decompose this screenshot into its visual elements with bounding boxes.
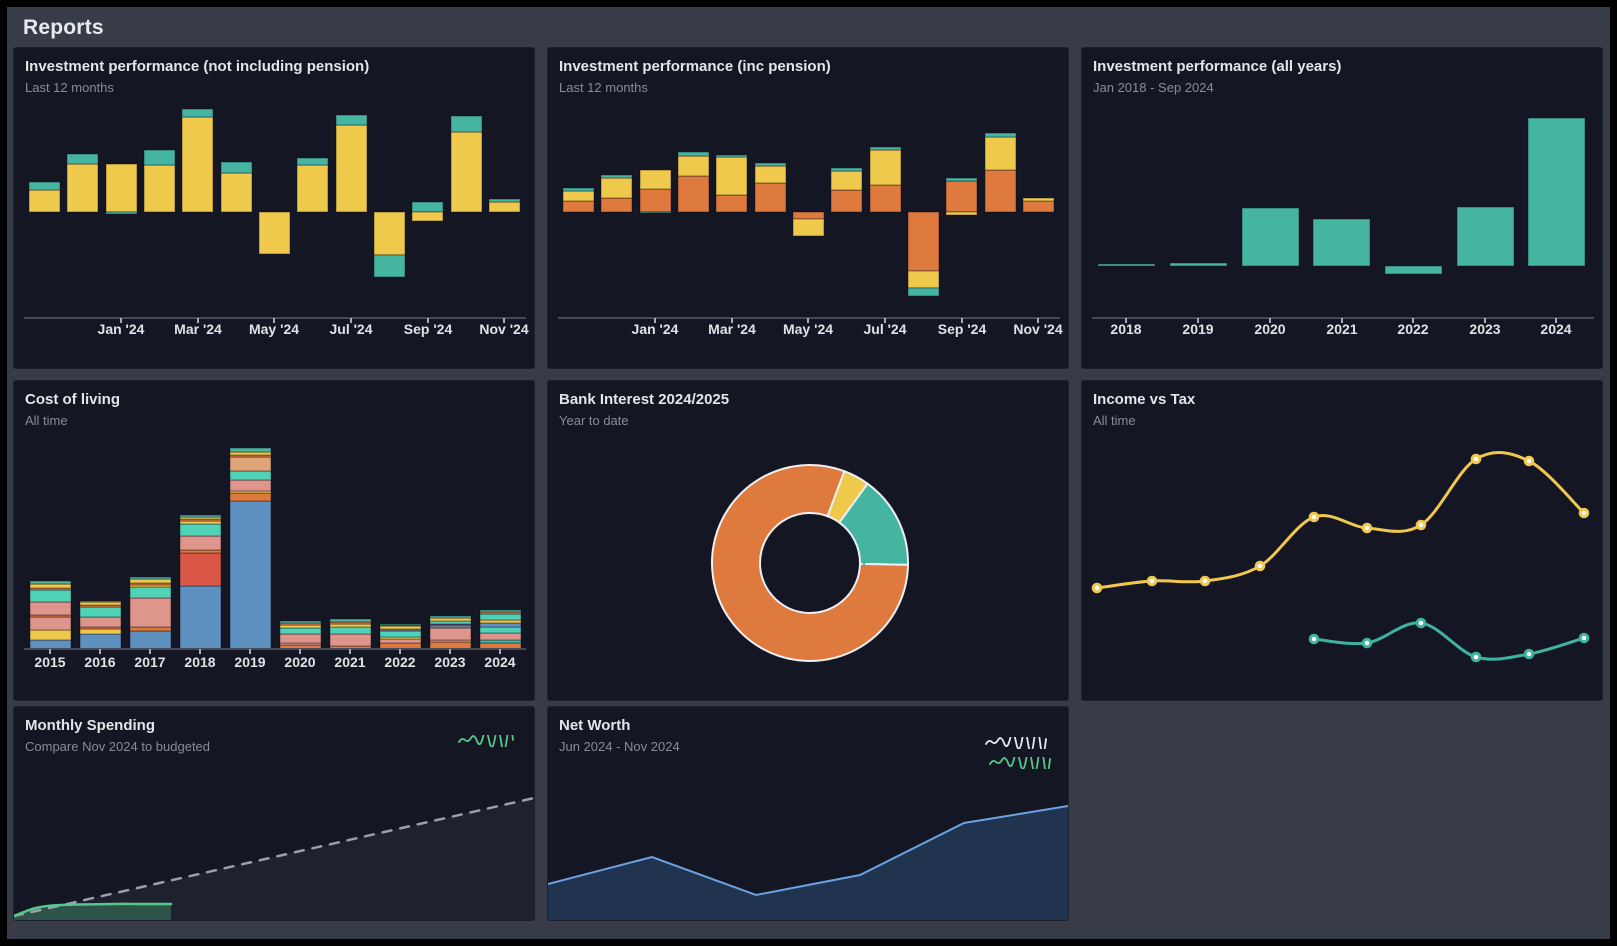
cost-of-living-bar-chart[interactable]: 2015 2016 2017 2018 2019 2020 2021 2022 2023 2024 [14, 381, 534, 700]
green-sparkline-icon [989, 757, 1051, 769]
panel-investment-ex-pension[interactable]: Investment performance (not including pe… [14, 48, 534, 368]
svg-text:Jan '24: Jan '24 [98, 321, 145, 337]
monthly-spending-area-chart[interactable] [14, 707, 534, 920]
svg-text:2023: 2023 [434, 654, 465, 670]
investment-inc-pension-bar-chart[interactable]: Jan '24 Mar '24 May '24 Jul '24 Sep '24 Nov '… [548, 48, 1068, 368]
panel-title[interactable]: Net Worth [559, 717, 1057, 734]
income-vs-tax-line-chart[interactable] [1082, 381, 1602, 700]
svg-text:2024: 2024 [1540, 321, 1571, 337]
investment-all-years-bar-chart[interactable]: 2018 2019 2020 2021 2022 2023 2024 [1082, 48, 1602, 368]
page-header: Reports [7, 7, 1610, 48]
svg-text:2023: 2023 [1469, 321, 1500, 337]
svg-text:2019: 2019 [1182, 321, 1213, 337]
white-sparkline-icon [985, 737, 1051, 749]
svg-text:Jul '24: Jul '24 [329, 321, 372, 337]
svg-text:Sep '24: Sep '24 [938, 321, 987, 337]
svg-text:Sep '24: Sep '24 [404, 321, 453, 337]
panel-investment-inc-pension[interactable]: Investment performance (inc pension) Las… [548, 48, 1068, 368]
svg-text:2021: 2021 [334, 654, 365, 670]
panel-title[interactable]: Investment performance (inc pension) [559, 58, 1057, 75]
svg-text:Mar '24: Mar '24 [708, 321, 756, 337]
svg-text:2020: 2020 [284, 654, 315, 670]
svg-text:2016: 2016 [84, 654, 115, 670]
svg-text:Nov '24: Nov '24 [479, 321, 528, 337]
svg-text:Nov '24: Nov '24 [1013, 321, 1062, 337]
svg-text:2015: 2015 [34, 654, 65, 670]
panel-title[interactable]: Investment performance (all years) [1093, 58, 1591, 75]
svg-text:2018: 2018 [1110, 321, 1141, 337]
panel-title[interactable]: Bank Interest 2024/2025 [559, 391, 1057, 408]
bank-interest-donut-chart[interactable] [548, 381, 1068, 700]
green-sparkline-icon [458, 735, 518, 747]
page-title: Reports [23, 16, 104, 40]
panel-bank-interest[interactable]: Bank Interest 2024/2025 Year to date [548, 381, 1068, 700]
dashboard-canvas: Reports Investment performance (not incl… [7, 7, 1610, 939]
svg-text:2020: 2020 [1254, 321, 1285, 337]
svg-text:2022: 2022 [1397, 321, 1428, 337]
svg-text:2017: 2017 [134, 654, 165, 670]
panel-cost-of-living[interactable]: Cost of living All time 2015201620172018… [14, 381, 534, 700]
svg-text:Jan '24: Jan '24 [632, 321, 679, 337]
svg-text:Mar '24: Mar '24 [174, 321, 222, 337]
svg-text:2018: 2018 [184, 654, 215, 670]
svg-text:Jul '24: Jul '24 [863, 321, 906, 337]
panel-net-worth[interactable]: Net Worth Jun 2024 - Nov 2024 [548, 707, 1068, 920]
panel-income-vs-tax[interactable]: Income vs Tax All time [1082, 381, 1602, 700]
svg-text:2024: 2024 [484, 654, 515, 670]
panel-title[interactable]: Investment performance (not including pe… [25, 58, 523, 75]
svg-text:2022: 2022 [384, 654, 415, 670]
svg-text:May '24: May '24 [249, 321, 299, 337]
svg-text:2021: 2021 [1326, 321, 1357, 337]
svg-text:May '24: May '24 [783, 321, 833, 337]
investment-ex-pension-bar-chart[interactable]: Jan '24 Mar '24 May '24 Jul '24 Sep '24 Nov '… [14, 48, 534, 368]
panel-title[interactable]: Cost of living [25, 391, 523, 408]
svg-text:2019: 2019 [234, 654, 265, 670]
dashboard-page: Reports Investment performance (not incl… [0, 0, 1617, 946]
panel-investment-all-years[interactable]: Investment performance (all years) Jan 2… [1082, 48, 1602, 368]
panel-monthly-spending[interactable]: Monthly Spending Compare Nov 2024 to bud… [14, 707, 534, 920]
panel-title[interactable]: Income vs Tax [1093, 391, 1591, 408]
panel-title[interactable]: Monthly Spending [25, 717, 523, 734]
